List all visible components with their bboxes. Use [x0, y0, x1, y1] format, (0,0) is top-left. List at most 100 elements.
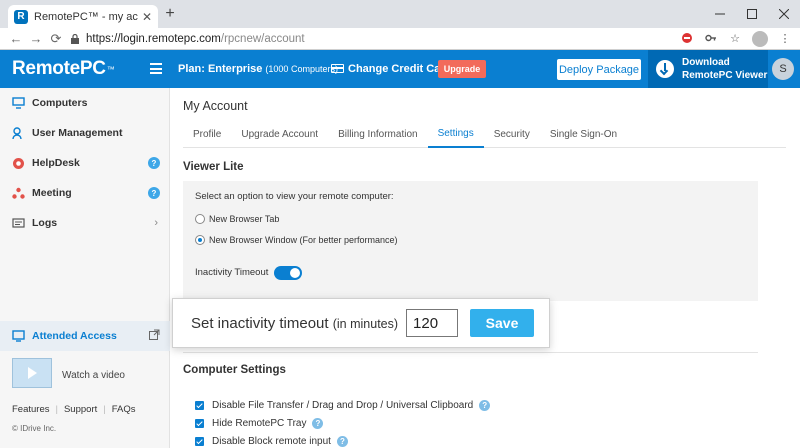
address-bar-icons: ☆ ⋮ [680, 30, 792, 48]
account-tabs: Profile Upgrade Account Billing Informat… [183, 120, 786, 148]
checkbox-checked[interactable] [195, 419, 204, 428]
sidebar: Computers User Management HelpDesk ? Mee… [0, 88, 170, 448]
url-input[interactable]: https://login.remotepc.com/rpcnew/accoun… [70, 30, 630, 48]
profile-icon[interactable] [752, 31, 768, 47]
tab-billing-information[interactable]: Billing Information [328, 120, 427, 148]
checkbox-hide-tray[interactable]: Hide RemotePC Tray ? [195, 418, 324, 429]
radio-button-selected[interactable] [195, 235, 205, 245]
sidebar-item-logs[interactable]: Logs › [0, 208, 170, 238]
help-icon[interactable]: ? [148, 157, 160, 169]
support-link[interactable]: Support [64, 404, 97, 415]
faqs-link[interactable]: FAQs [112, 404, 136, 415]
address-bar: ← → ⟳ https://login.remotepc.com/rpcnew/… [0, 28, 800, 50]
help-icon[interactable]: ? [312, 418, 324, 429]
back-icon[interactable]: ← [8, 31, 24, 47]
help-icon[interactable]: ? [336, 436, 348, 447]
sidebar-item-meeting[interactable]: Meeting ? [0, 178, 170, 208]
browser-tab-strip: R RemotePC™ - my account inform ✕ + [0, 0, 800, 28]
copyright-text: © IDrive Inc. [12, 424, 57, 433]
download-line-1: Download [682, 57, 730, 68]
extension-icon[interactable] [680, 32, 694, 46]
download-icon [656, 60, 674, 78]
sidebar-item-helpdesk[interactable]: HelpDesk ? [0, 148, 170, 178]
tab-single-sign-on[interactable]: Single Sign-On [540, 120, 627, 148]
download-viewer-label: Download RemotePC Viewer [682, 56, 767, 82]
minimize-icon[interactable] [704, 0, 736, 28]
close-window-icon[interactable] [768, 0, 800, 28]
plan-detail: (1000 Computers) [265, 64, 338, 74]
inactivity-timeout-label: Inactivity Timeout [195, 267, 269, 278]
section-divider [183, 352, 758, 353]
credit-card-icon [331, 64, 344, 73]
upgrade-button[interactable]: Upgrade [438, 60, 486, 78]
radio-new-browser-window[interactable]: New Browser Window (For better performan… [195, 235, 398, 245]
features-link[interactable]: Features [12, 404, 50, 415]
sidebar-item-label: HelpDesk [32, 157, 80, 169]
link-separator: | [55, 404, 58, 415]
save-button[interactable]: Save [470, 309, 535, 337]
brand-trademark: ™ [106, 64, 115, 74]
checkbox-disable-block-remote-input[interactable]: Disable Block remote input ? [195, 436, 348, 447]
radio-new-browser-tab[interactable]: New Browser Tab [195, 214, 279, 224]
user-avatar[interactable]: S [772, 58, 794, 80]
deploy-package-button[interactable]: Deploy Package [557, 59, 641, 80]
tab-security[interactable]: Security [484, 120, 540, 148]
watch-video-link[interactable]: Watch a video [62, 370, 125, 381]
remotepc-logo[interactable]: RemotePC ™ [12, 57, 115, 81]
checkbox-label: Hide RemotePC Tray [212, 418, 307, 429]
checkbox-checked[interactable] [195, 401, 204, 410]
chevron-right-icon: › [154, 217, 158, 229]
viewer-lite-panel: Select an option to view your remote com… [183, 181, 758, 301]
key-icon[interactable] [704, 32, 718, 46]
monitor-icon [12, 97, 25, 110]
help-icon[interactable]: ? [479, 400, 491, 411]
sidebar-item-label: Logs [32, 217, 58, 229]
viewer-lite-heading: Viewer Lite [183, 161, 244, 173]
sidebar-item-attended-access[interactable]: Attended Access [0, 321, 170, 351]
sidebar-item-user-management[interactable]: User Management [0, 118, 170, 148]
inactivity-timeout-callout: Set inactivity timeout (in minutes) 120 … [172, 298, 550, 348]
browser-tab[interactable]: R RemotePC™ - my account inform ✕ [8, 5, 158, 28]
radio-button[interactable] [195, 214, 205, 224]
hamburger-menu-icon[interactable] [150, 63, 162, 74]
forward-icon[interactable]: → [28, 31, 44, 47]
inactivity-timeout-prompt: Set inactivity timeout (in minutes) [191, 315, 398, 332]
attended-access-label: Attended Access [32, 330, 117, 342]
menu-icon[interactable]: ⋮ [778, 32, 792, 46]
new-tab-button[interactable]: + [162, 6, 178, 22]
plan-info: Plan: Enterprise (1000 Computers) [178, 63, 338, 75]
meeting-icon [12, 187, 25, 200]
window-controls [704, 0, 800, 28]
url-host: https://login.remotepc.com [86, 33, 221, 45]
screen-share-icon [12, 330, 25, 343]
change-credit-card-link[interactable]: Change Credit Card [348, 63, 451, 75]
browser-tab-title: RemotePC™ - my account inform [34, 10, 138, 23]
page-title: My Account [183, 99, 248, 113]
lifebuoy-icon [12, 157, 25, 170]
sidebar-footer-links: Features | Support | FAQs [12, 404, 135, 415]
checkbox-label: Disable Block remote input [212, 436, 331, 447]
lock-icon [70, 33, 80, 44]
tab-settings[interactable]: Settings [427, 120, 484, 148]
star-icon[interactable]: ☆ [728, 32, 742, 46]
brand-name: RemotePC [12, 58, 106, 79]
reload-icon[interactable]: ⟳ [48, 31, 64, 47]
plan-name: Plan: Enterprise [178, 63, 263, 75]
sidebar-item-computers[interactable]: Computers [0, 88, 170, 118]
inactivity-minutes-input[interactable]: 120 [406, 309, 459, 337]
checkbox-checked[interactable] [195, 437, 204, 446]
radio-label: New Browser Tab [209, 214, 280, 224]
close-tab-icon[interactable]: ✕ [142, 10, 152, 24]
inactivity-timeout-toggle[interactable] [274, 266, 302, 280]
callout-label-text: Set inactivity timeout [191, 314, 329, 332]
external-link-icon[interactable] [149, 329, 160, 343]
maximize-icon[interactable] [736, 0, 768, 28]
callout-unit-text: (in minutes) [332, 316, 399, 331]
tab-profile[interactable]: Profile [183, 120, 231, 148]
url-path: /rpcnew/account [220, 33, 305, 45]
help-icon[interactable]: ? [148, 187, 160, 199]
checkbox-disable-file-transfer[interactable]: Disable File Transfer / Drag and Drop / … [195, 400, 491, 411]
video-thumbnail-icon[interactable] [12, 358, 52, 388]
download-viewer-button[interactable]: Download RemotePC Viewer [648, 50, 768, 88]
tab-upgrade-account[interactable]: Upgrade Account [231, 120, 328, 148]
